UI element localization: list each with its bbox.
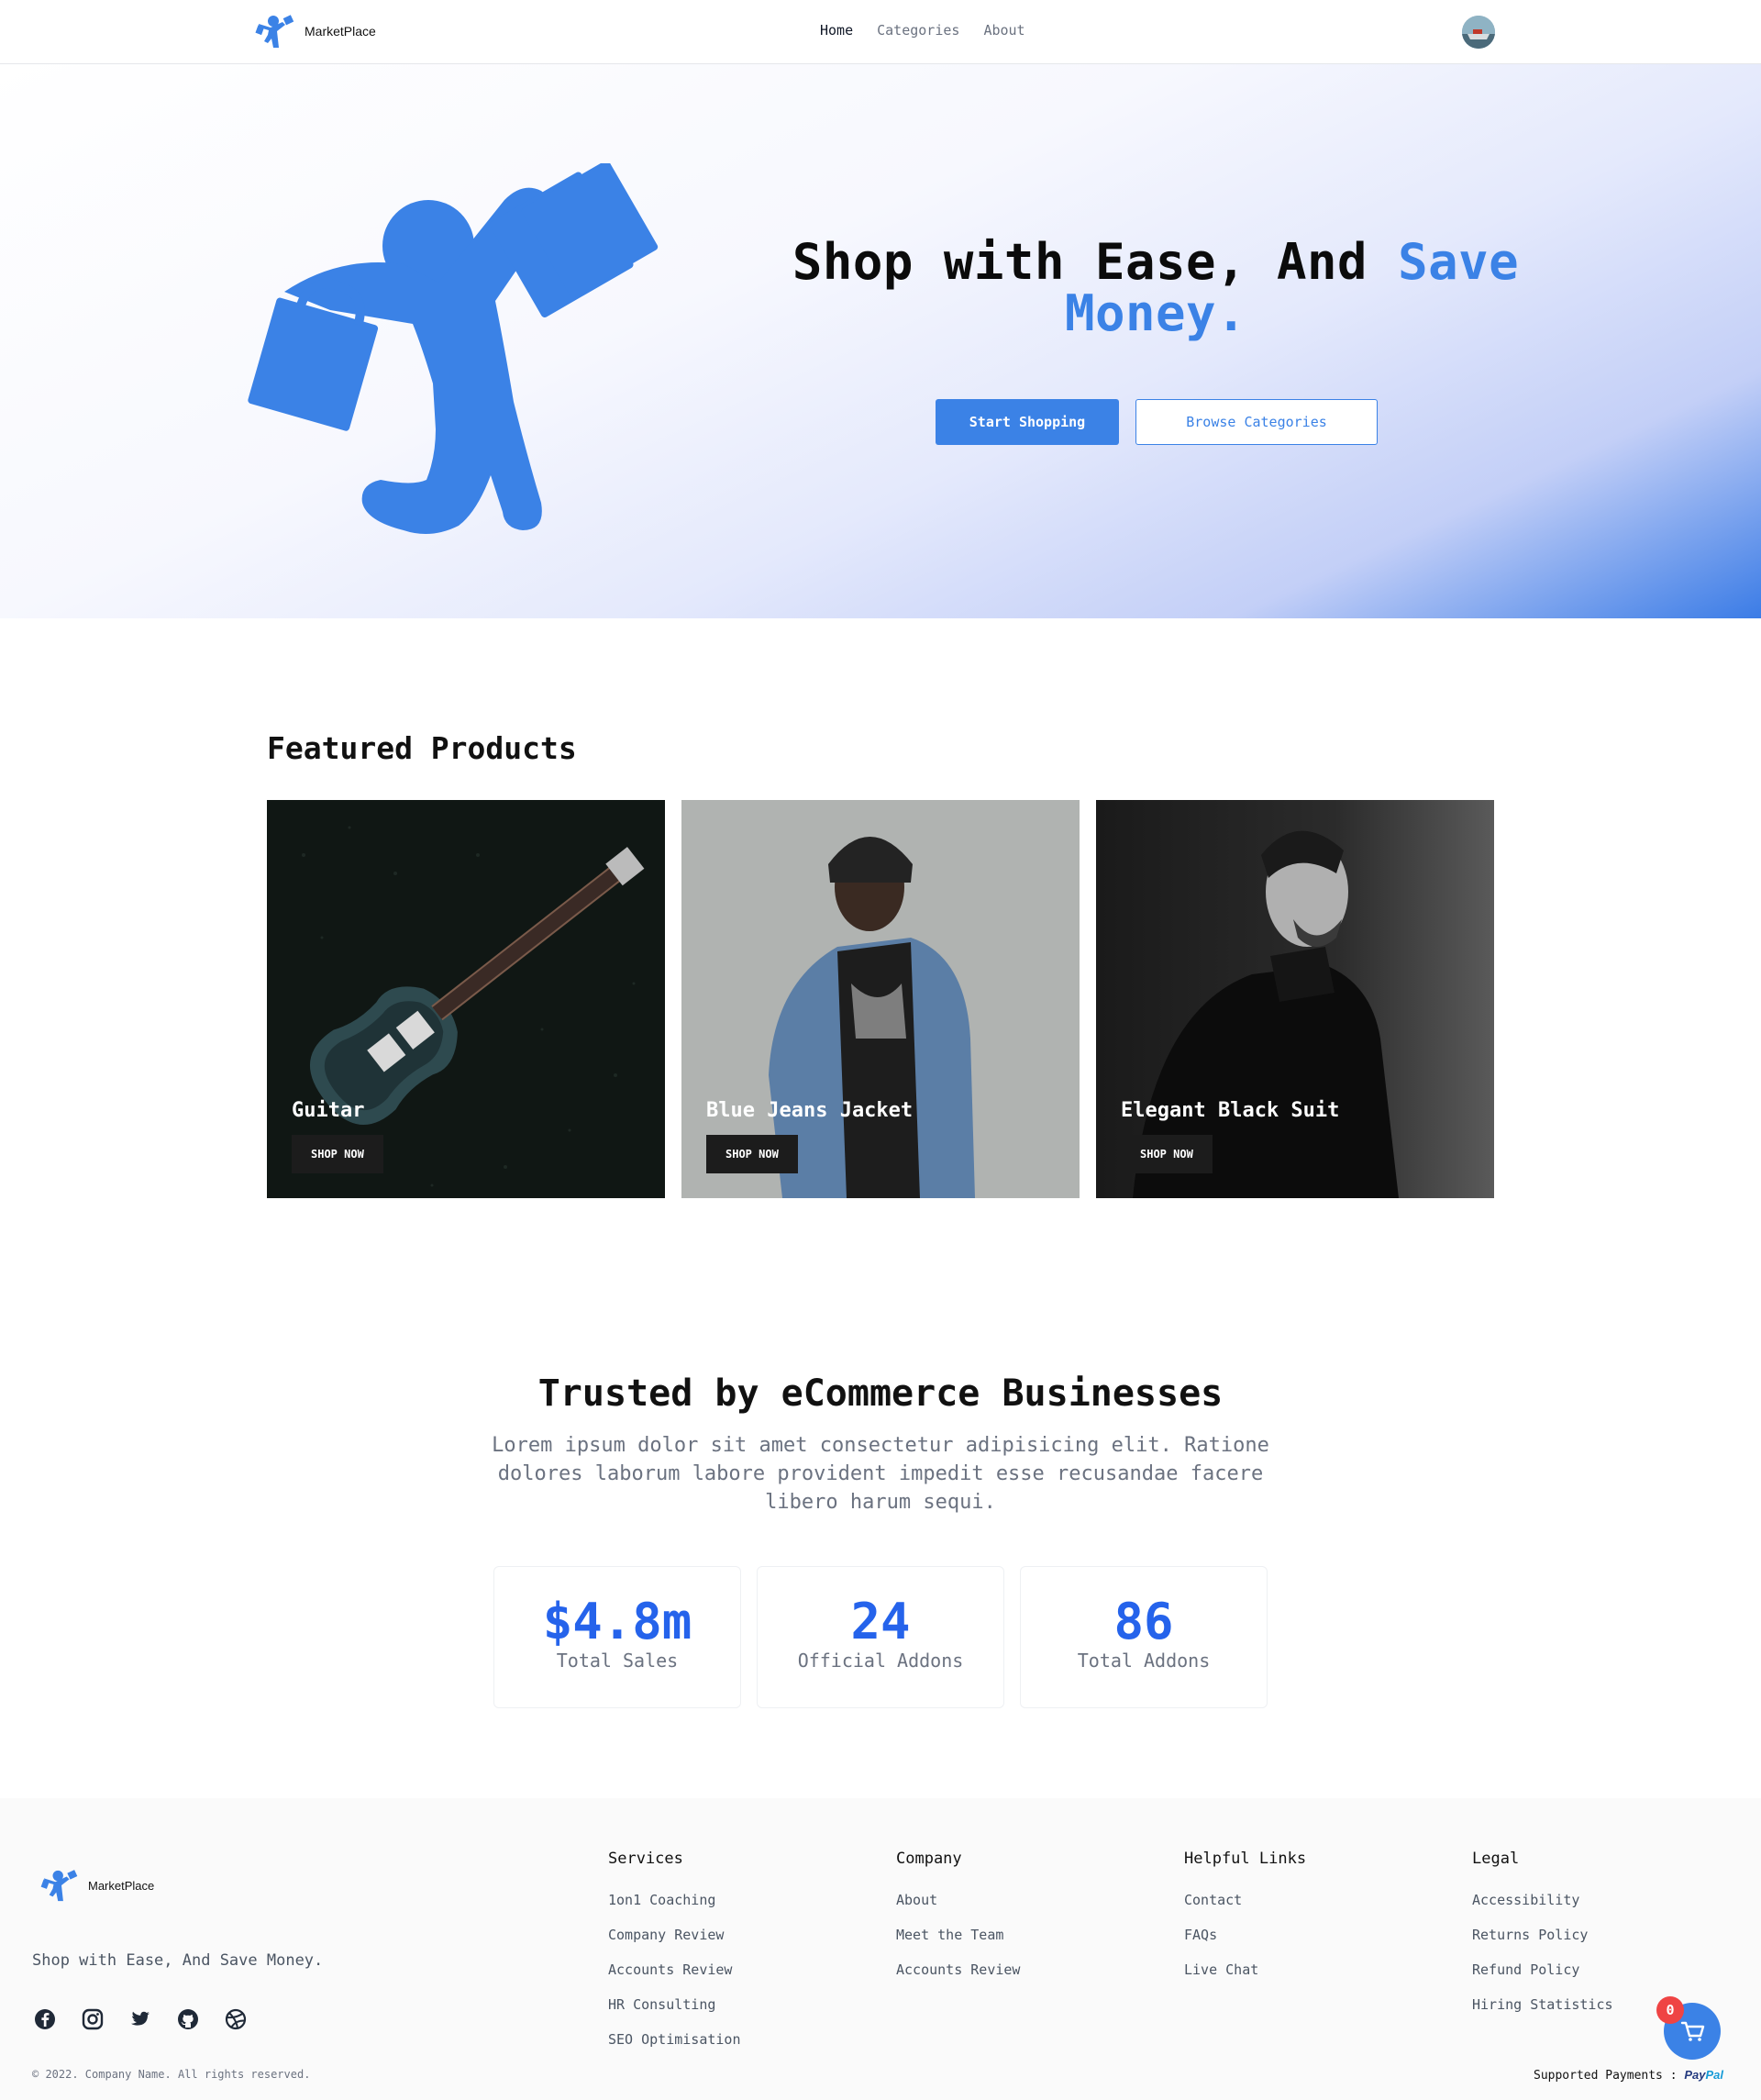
footer-column-title: Legal (1472, 1850, 1520, 1868)
footer-logo[interactable]: MarketPlace (40, 1868, 154, 1903)
product-card-guitar[interactable]: Guitar SHOP NOW (267, 800, 665, 1198)
footer-column-title: Helpful Links (1184, 1850, 1307, 1868)
featured-title: Featured Products (267, 730, 577, 766)
shop-now-button[interactable]: SHOP NOW (292, 1135, 383, 1173)
nav-links: Home Categories About (820, 22, 1025, 39)
payments-label: Supported Payments : (1534, 2069, 1678, 2083)
hero-title-main: Shop with Ease, And (792, 233, 1368, 291)
product-name: Blue Jeans Jacket (706, 1099, 914, 1122)
footer-link[interactable]: FAQs (1184, 1927, 1306, 1943)
logo-text: MarketPlace (88, 1878, 155, 1893)
footer-link[interactable]: 1on1 Coaching (608, 1892, 741, 1908)
product-card-suit[interactable]: Elegant Black Suit SHOP NOW (1096, 800, 1494, 1198)
stat-label: Official Addons (797, 1650, 964, 1672)
dribbble-icon[interactable] (224, 2007, 248, 2031)
logo-icon (40, 1870, 78, 1902)
twitter-icon[interactable] (128, 2007, 152, 2031)
product-name: Elegant Black Suit (1121, 1099, 1340, 1122)
footer-column-services: Services 1on1 Coaching Company Review Ac… (608, 1850, 741, 2066)
nav-link-home[interactable]: Home (820, 22, 853, 39)
footer-column-company: Company About Meet the Team Accounts Rev… (896, 1850, 1020, 1996)
footer: MarketPlace Shop with Ease, And Save Mon… (0, 1798, 1761, 2100)
trusted-title: Trusted by eCommerce Businesses (537, 1372, 1224, 1415)
stat-value: 24 (850, 1593, 911, 1650)
footer-column-title: Services (608, 1850, 683, 1868)
footer-link[interactable]: SEO Optimisation (608, 2031, 741, 2048)
logo-text: MarketPlace (305, 24, 376, 39)
footer-link[interactable]: Hiring Statistics (1472, 1996, 1613, 2013)
nav-link-categories[interactable]: Categories (877, 22, 959, 39)
browse-categories-button[interactable]: Browse Categories (1135, 399, 1378, 445)
footer-link[interactable]: Accessibility (1472, 1892, 1613, 1908)
paypal-logo-part2: Pal (1705, 2068, 1724, 2082)
stat-card-total-sales: $4.8m Total Sales (493, 1566, 741, 1708)
stat-label: Total Addons (1077, 1650, 1211, 1672)
stat-card-total-addons: 86 Total Addons (1020, 1566, 1268, 1708)
product-name: Guitar (292, 1099, 365, 1122)
facebook-icon[interactable] (33, 2007, 57, 2031)
stat-card-official-addons: 24 Official Addons (757, 1566, 1004, 1708)
nav-link-about[interactable]: About (983, 22, 1024, 39)
product-card-jacket[interactable]: Blue Jeans Jacket SHOP NOW (681, 800, 1080, 1198)
footer-link[interactable]: Accounts Review (608, 1961, 741, 1978)
hero-section: Shop with Ease, And Save Money. Start Sh… (0, 64, 1761, 618)
avatar[interactable] (1462, 16, 1495, 49)
stat-value: 86 (1113, 1593, 1174, 1650)
footer-link[interactable]: Contact (1184, 1892, 1306, 1908)
footer-link[interactable]: About (896, 1892, 1020, 1908)
footer-link[interactable]: Company Review (608, 1927, 741, 1943)
paypal-logo: PayPal (1684, 2068, 1723, 2082)
trusted-description: Lorem ipsum dolor sit amet consectetur a… (492, 1434, 1269, 1514)
stat-label: Total Sales (556, 1650, 679, 1672)
shopper-illustration (248, 163, 659, 534)
start-shopping-button[interactable]: Start Shopping (936, 399, 1119, 445)
social-links (33, 2007, 248, 2031)
footer-column-title: Company (896, 1850, 962, 1868)
shop-now-button[interactable]: SHOP NOW (1121, 1135, 1213, 1173)
logo[interactable]: MarketPlace (255, 13, 376, 50)
github-icon[interactable] (176, 2007, 200, 2031)
footer-column-legal: Legal Accessibility Returns Policy Refun… (1472, 1850, 1613, 2031)
footer-link[interactable]: HR Consulting (608, 1996, 741, 2013)
cart-count-badge: 0 (1656, 1996, 1684, 2024)
navbar: MarketPlace Home Categories About (0, 0, 1761, 64)
footer-link[interactable]: Meet the Team (896, 1927, 1020, 1943)
footer-column-helpful-links: Helpful Links Contact FAQs Live Chat (1184, 1850, 1306, 1996)
footer-link[interactable]: Returns Policy (1472, 1927, 1613, 1943)
paypal-logo-part1: Pay (1684, 2068, 1706, 2082)
footer-link[interactable]: Live Chat (1184, 1961, 1306, 1978)
footer-link[interactable]: Accounts Review (896, 1961, 1020, 1978)
avatar-image (1462, 16, 1495, 49)
supported-payments: Supported Payments : PayPal (1534, 2068, 1723, 2083)
shop-now-button[interactable]: SHOP NOW (706, 1135, 798, 1173)
footer-tagline: Shop with Ease, And Save Money. (32, 1951, 324, 1970)
copyright: © 2022. Company Name. All rights reserve… (32, 2068, 311, 2081)
footer-link[interactable]: Refund Policy (1472, 1961, 1613, 1978)
logo-icon (255, 15, 294, 48)
stat-value: $4.8m (542, 1593, 692, 1650)
hero-title: Shop with Ease, And Save Money. (770, 237, 1541, 339)
instagram-icon[interactable] (81, 2007, 105, 2031)
